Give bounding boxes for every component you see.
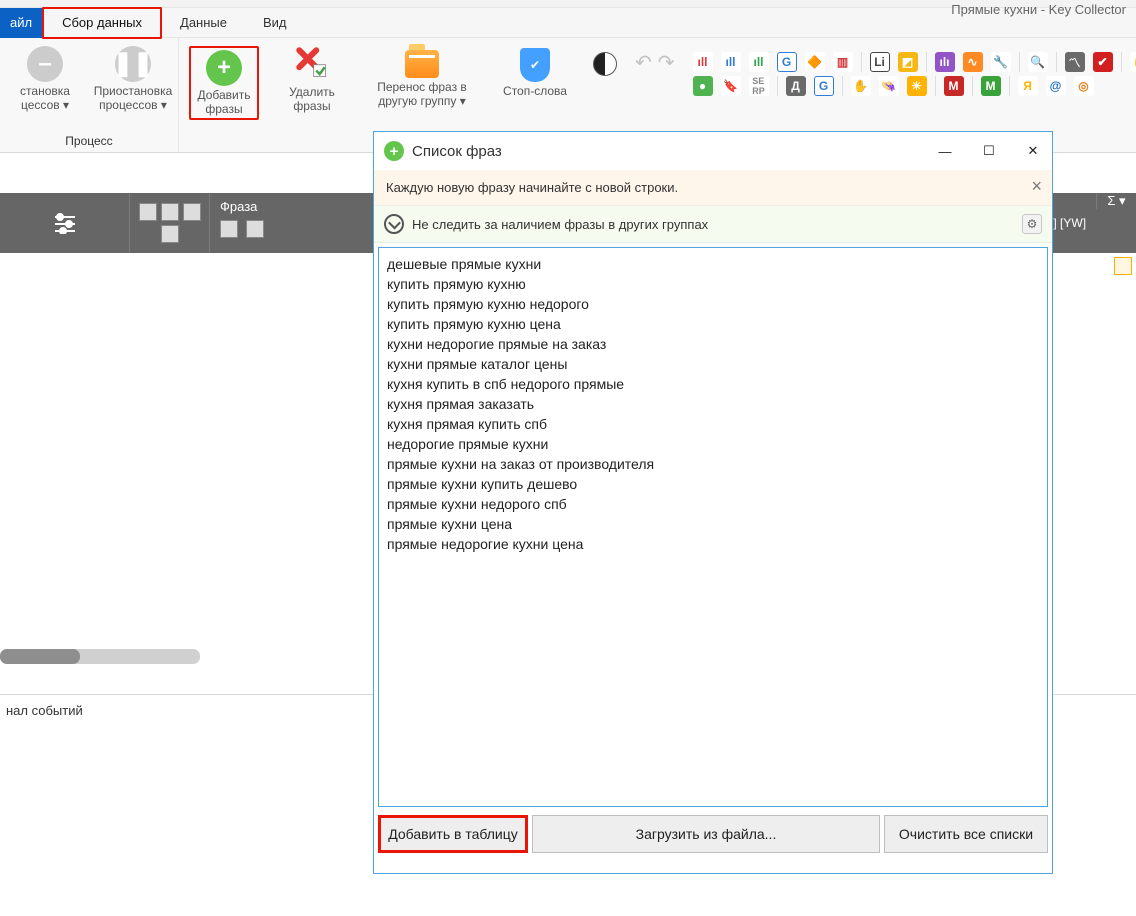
hand-orange-icon[interactable]: ✋ — [1130, 52, 1136, 72]
clear-all-lists-button[interactable]: Очистить все списки — [884, 815, 1048, 853]
hand2-icon[interactable]: ✋ — [851, 76, 871, 96]
bars-green-icon[interactable]: ıll — [749, 52, 769, 72]
sun-icon[interactable]: ☀ — [907, 76, 927, 96]
settings-sliders-icon[interactable] — [51, 212, 79, 234]
serp-icon[interactable]: SERP — [749, 76, 769, 96]
header-tool-2[interactable] — [161, 203, 179, 221]
load-from-file-button[interactable]: Загрузить из файла... — [532, 815, 880, 853]
add-phrases-button[interactable]: + Добавить фразы — [189, 46, 259, 120]
pause-processes-button[interactable]: ❚❚ Приостановка процессов ▾ — [98, 46, 168, 112]
phrase-tool-2[interactable] — [246, 220, 264, 238]
stop-icon: – — [27, 46, 63, 82]
bars-red-icon[interactable]: ıll — [693, 52, 713, 72]
purple-chart-icon[interactable]: ılı — [935, 52, 955, 72]
stop-processes-button[interactable]: – становка цессов ▾ — [10, 46, 80, 112]
modal-title: Список фраз — [412, 143, 502, 160]
pause-icon: ❚❚ — [115, 46, 151, 82]
hat-icon[interactable]: 👒 — [879, 76, 899, 96]
orange-analytics-icon[interactable]: ∿ — [963, 52, 983, 72]
modal-hint-close-icon[interactable]: × — [1031, 176, 1042, 197]
phrase-list-modal: + Список фраз — ☐ ✕ Каждую новую фразу н… — [373, 131, 1053, 874]
li-icon[interactable]: Li — [870, 52, 890, 72]
header-tool-3[interactable] — [183, 203, 201, 221]
g-box-icon[interactable]: G — [814, 76, 834, 96]
gear-icon[interactable]: ⚙ — [1022, 214, 1042, 234]
modal-maximize-button[interactable]: ☐ — [980, 143, 998, 159]
red-square-icon[interactable]: ▥ — [833, 52, 853, 72]
column-sigma[interactable]: Σ ▾ — [1096, 193, 1136, 209]
header-tool-4[interactable] — [161, 225, 179, 243]
redo-icon[interactable]: ↷ — [658, 50, 675, 75]
tab-data-collection[interactable]: Сбор данных — [42, 7, 162, 39]
plus-icon: + — [206, 50, 242, 86]
undo-icon[interactable]: ↶ — [635, 50, 652, 75]
bars-blue-icon[interactable]: ıll — [721, 52, 741, 72]
y-yellow-icon[interactable]: Я — [1018, 76, 1038, 96]
modal-titlebar[interactable]: + Список фраз — ☐ ✕ — [374, 132, 1052, 170]
shield-check-icon: ✔ — [520, 48, 550, 82]
grid-corner-icon[interactable] — [1114, 257, 1132, 275]
column-phrase-label[interactable]: Фраза — [220, 199, 257, 214]
d-box-icon[interactable]: Д — [786, 76, 806, 96]
header-tool-1[interactable] — [139, 203, 157, 221]
modal-hint-bar: Каждую новую фразу начинайте с новой стр… — [374, 170, 1052, 206]
ribbon-group-phrases: + Добавить фразы Удалить фразы — [179, 38, 357, 152]
magnifier-icon[interactable]: 🔍 — [1028, 52, 1048, 72]
g-search-icon[interactable]: G — [777, 52, 797, 72]
horizontal-scrollbar-thumb[interactable] — [0, 649, 80, 664]
modal-plus-icon: + — [384, 141, 404, 161]
ribbon-group-process: – становка цессов ▾ ❚❚ Приостановка проц… — [0, 38, 179, 152]
modal-option-label: Не следить за наличием фразы в других гр… — [412, 217, 708, 232]
chevron-down-icon[interactable] — [384, 214, 404, 234]
move-phrases-button[interactable]: Перенос фраз в другую группу ▾ — [367, 46, 477, 108]
delete-phrases-button[interactable]: Удалить фразы — [277, 46, 347, 113]
red-check-icon[interactable]: ✔ — [1093, 52, 1113, 72]
modal-minimize-button[interactable]: — — [936, 144, 954, 159]
app-title: Прямые кухни - Key Collector — [951, 2, 1126, 17]
phrase-tool-1[interactable] — [220, 220, 238, 238]
ribbon-group-label: Процесс — [10, 130, 168, 152]
delete-x-icon — [295, 46, 329, 83]
bookmark-icon[interactable]: 🔖 — [721, 76, 741, 96]
grey-chart-icon[interactable]: 〽 — [1065, 52, 1085, 72]
tab-view[interactable]: Вид — [245, 9, 305, 37]
tab-file[interactable]: айл — [0, 8, 42, 38]
mail-icon[interactable]: @ — [1046, 76, 1066, 96]
yellow-square-icon[interactable]: ◩ — [898, 52, 918, 72]
mix-dots-icon[interactable]: 🔶 — [805, 52, 825, 72]
stop-words-button[interactable]: ✔ Стоп-слова — [495, 46, 575, 98]
phrases-textarea[interactable]: дешевые прямые кухни купить прямую кухню… — [378, 247, 1048, 807]
wrench-icon[interactable]: 🔧 — [991, 52, 1011, 72]
m-green-icon[interactable]: M — [981, 76, 1001, 96]
contrast-icon[interactable] — [593, 52, 617, 76]
m-red-icon[interactable]: M — [944, 76, 964, 96]
horizontal-scrollbar[interactable] — [0, 649, 200, 664]
modal-hint-text: Каждую новую фразу начинайте с новой стр… — [386, 180, 678, 195]
modal-close-button[interactable]: ✕ — [1024, 143, 1042, 159]
green-circle-icon[interactable]: ● — [693, 76, 713, 96]
add-to-table-button[interactable]: Добавить в таблицу — [378, 815, 528, 853]
modal-option-bar[interactable]: Не следить за наличием фразы в других гр… — [374, 206, 1052, 243]
tab-data[interactable]: Данные — [162, 9, 245, 37]
folder-icon — [405, 50, 439, 78]
orange-bulb-icon[interactable]: ◎ — [1074, 76, 1094, 96]
modal-button-bar: Добавить в таблицу Загрузить из файла...… — [374, 811, 1052, 857]
